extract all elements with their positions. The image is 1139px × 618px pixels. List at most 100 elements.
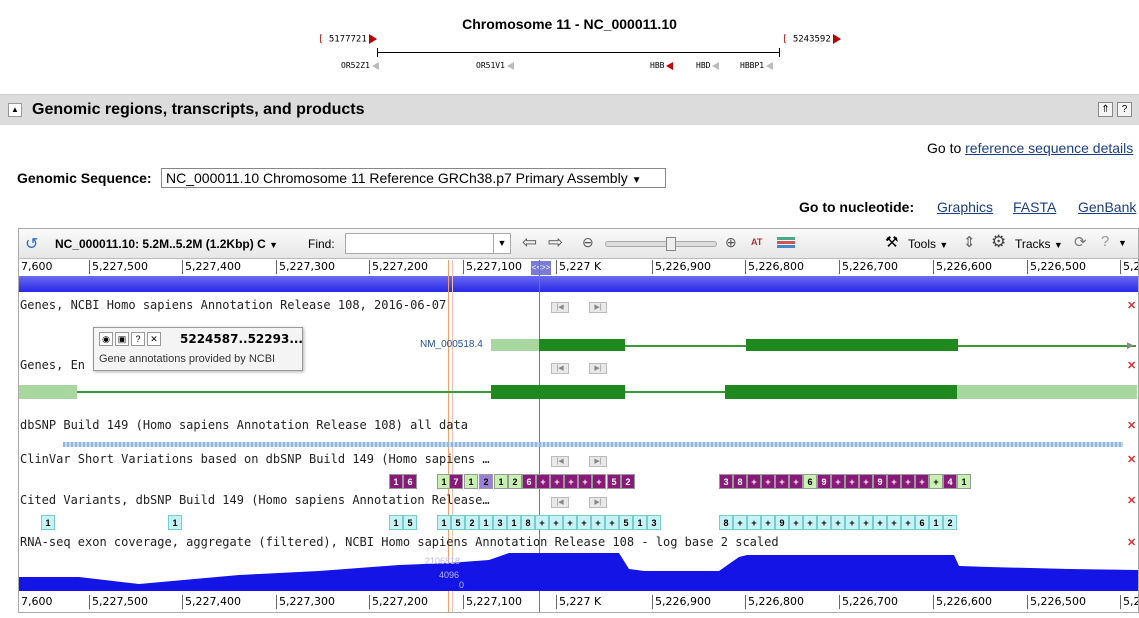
genomic-sequence-select[interactable]: NC_000011.10 Chromosome 11 Reference GRC… bbox=[161, 168, 666, 188]
clinvar-variant[interactable]: + bbox=[789, 474, 803, 489]
clinvar-variant[interactable]: 1 bbox=[464, 474, 478, 489]
next-feature-icon[interactable]: ▶| bbox=[589, 302, 607, 313]
clinvar-variant[interactable]: + bbox=[915, 474, 929, 489]
clinvar-variant[interactable]: 1 bbox=[957, 474, 971, 489]
cited-variant[interactable]: 5 bbox=[403, 515, 417, 530]
back-icon[interactable]: ↺ bbox=[25, 234, 38, 254]
fasta-link[interactable]: FASTA bbox=[1013, 199, 1056, 215]
reference-sequence-details-link[interactable]: reference sequence details bbox=[965, 140, 1133, 156]
cited-variant[interactable]: 5 bbox=[619, 515, 633, 530]
help-icon[interactable]: ? bbox=[131, 332, 145, 346]
tools-menu[interactable]: Tools ▼ bbox=[908, 237, 948, 251]
cited-variant[interactable]: 1 bbox=[437, 515, 451, 530]
zoom-in-icon[interactable]: ⊕ bbox=[725, 234, 737, 251]
find-dropdown-icon[interactable]: ▼ bbox=[493, 234, 510, 253]
exon-segment[interactable] bbox=[746, 339, 958, 351]
clinvar-variant[interactable]: 2 bbox=[621, 474, 635, 489]
reload-icon[interactable]: ⟳ bbox=[1074, 233, 1087, 251]
clinvar-variant[interactable]: + bbox=[592, 474, 606, 489]
exon-segment[interactable] bbox=[491, 385, 539, 399]
cited-variant[interactable]: 1 bbox=[929, 515, 943, 530]
cited-variant[interactable]: 8 bbox=[719, 515, 733, 530]
zoom-slider-thumb[interactable] bbox=[666, 237, 676, 251]
cited-variant[interactable]: + bbox=[859, 515, 873, 530]
clinvar-variant[interactable]: + bbox=[536, 474, 550, 489]
clinvar-variant[interactable]: 1 bbox=[389, 474, 403, 489]
prev-feature-icon[interactable]: |◀ bbox=[551, 302, 569, 313]
next-feature-icon[interactable]: ▶| bbox=[589, 497, 607, 508]
cited-variant[interactable]: + bbox=[761, 515, 775, 530]
cited-variant[interactable]: + bbox=[733, 515, 747, 530]
clinvar-variant[interactable]: + bbox=[859, 474, 873, 489]
clinvar-variant[interactable]: 2 bbox=[479, 474, 493, 489]
sequence-icon[interactable]: AT bbox=[751, 237, 762, 247]
clinvar-variant[interactable]: + bbox=[887, 474, 901, 489]
tracks-menu[interactable]: Tracks ▼ bbox=[1015, 237, 1063, 251]
center-marker[interactable]: <<>> bbox=[531, 261, 551, 275]
gene-marker-hbb[interactable]: HBB bbox=[650, 61, 674, 70]
cited-variant[interactable]: 8 bbox=[521, 515, 535, 530]
exon-segment[interactable] bbox=[539, 385, 625, 399]
clinvar-variant[interactable]: + bbox=[775, 474, 789, 489]
gene-tooltip[interactable]: ◉ ▣? ✕ 5224587..52293... Gene annotations … bbox=[93, 327, 303, 371]
cited-variant[interactable]: + bbox=[549, 515, 563, 530]
prev-feature-icon[interactable]: |◀ bbox=[551, 363, 569, 374]
location-menu[interactable]: NC_000011.10: 5.2M..5.2M (1.2Kbp) C ▼ bbox=[55, 237, 278, 251]
find-input[interactable] bbox=[345, 233, 511, 254]
cited-variant[interactable]: + bbox=[803, 515, 817, 530]
gene-marker-hbd[interactable]: HBD bbox=[696, 61, 720, 70]
clinvar-variant[interactable]: + bbox=[578, 474, 592, 489]
graphics-link[interactable]: Graphics bbox=[937, 199, 993, 215]
clinvar-variant[interactable]: 6 bbox=[803, 474, 817, 489]
help-icon[interactable]: ? bbox=[1101, 233, 1109, 250]
prev-feature-icon[interactable]: |◀ bbox=[551, 497, 569, 508]
clinvar-variant[interactable]: + bbox=[564, 474, 578, 489]
cited-variant[interactable]: 5 bbox=[451, 515, 465, 530]
next-feature-icon[interactable]: ▶| bbox=[589, 456, 607, 467]
clinvar-variant[interactable]: + bbox=[845, 474, 859, 489]
cited-variant[interactable]: + bbox=[577, 515, 591, 530]
transcript-label[interactable]: NM_000518.4 bbox=[420, 339, 483, 350]
cited-variant[interactable]: 2 bbox=[943, 515, 957, 530]
cited-variant[interactable]: + bbox=[901, 515, 915, 530]
cited-variant[interactable]: 1 bbox=[168, 515, 182, 530]
exon-segment[interactable] bbox=[539, 339, 625, 351]
clinvar-variant[interactable]: 6 bbox=[522, 474, 536, 489]
clinvar-variant[interactable]: 9 bbox=[817, 474, 831, 489]
clinvar-variant[interactable]: + bbox=[831, 474, 845, 489]
clinvar-variant[interactable]: 5 bbox=[607, 474, 621, 489]
close-track-icon[interactable]: ✕ bbox=[1127, 299, 1136, 312]
cited-variant[interactable]: + bbox=[535, 515, 549, 530]
clinvar-variant[interactable]: + bbox=[761, 474, 775, 489]
cited-variant[interactable]: 1 bbox=[507, 515, 521, 530]
gene-marker-hbbp1[interactable]: HBBP1 bbox=[740, 61, 774, 70]
close-track-icon[interactable]: ✕ bbox=[1127, 494, 1136, 507]
cited-variant[interactable]: + bbox=[873, 515, 887, 530]
close-track-icon[interactable]: ✕ bbox=[1127, 359, 1136, 372]
cited-variant[interactable]: 1 bbox=[633, 515, 647, 530]
collapse-icon[interactable]: ▲ bbox=[8, 103, 22, 117]
cited-variant[interactable]: + bbox=[831, 515, 845, 530]
help-dropdown-icon[interactable]: ▼ bbox=[1118, 238, 1127, 248]
exon-segment[interactable] bbox=[725, 385, 957, 399]
collapse-tracks-icon[interactable]: ⇕ bbox=[963, 233, 976, 251]
clinvar-variant[interactable]: + bbox=[929, 474, 943, 489]
clinvar-variant[interactable]: 9 bbox=[873, 474, 887, 489]
alignment-icon[interactable] bbox=[777, 236, 795, 250]
zoom-slider[interactable] bbox=[605, 237, 717, 251]
prev-feature-icon[interactable]: |◀ bbox=[551, 456, 569, 467]
clinvar-variant[interactable]: 4 bbox=[943, 474, 957, 489]
close-track-icon[interactable]: ✕ bbox=[1127, 419, 1136, 432]
help-icon[interactable]: ? bbox=[1117, 102, 1132, 117]
cited-variant[interactable]: 1 bbox=[479, 515, 493, 530]
clinvar-variant[interactable]: 3 bbox=[719, 474, 733, 489]
pan-left-icon[interactable]: ⇦ bbox=[522, 232, 537, 253]
cited-variant[interactable]: + bbox=[887, 515, 901, 530]
next-feature-icon[interactable]: ▶| bbox=[589, 363, 607, 374]
genbank-link[interactable]: GenBank bbox=[1078, 199, 1136, 215]
close-icon[interactable]: ✕ bbox=[147, 332, 161, 346]
cited-variant[interactable]: + bbox=[817, 515, 831, 530]
left-coordinate-flag[interactable]: [ 5177721 bbox=[318, 34, 377, 45]
cited-variant[interactable]: + bbox=[845, 515, 859, 530]
close-track-icon[interactable]: ✕ bbox=[1127, 536, 1136, 549]
